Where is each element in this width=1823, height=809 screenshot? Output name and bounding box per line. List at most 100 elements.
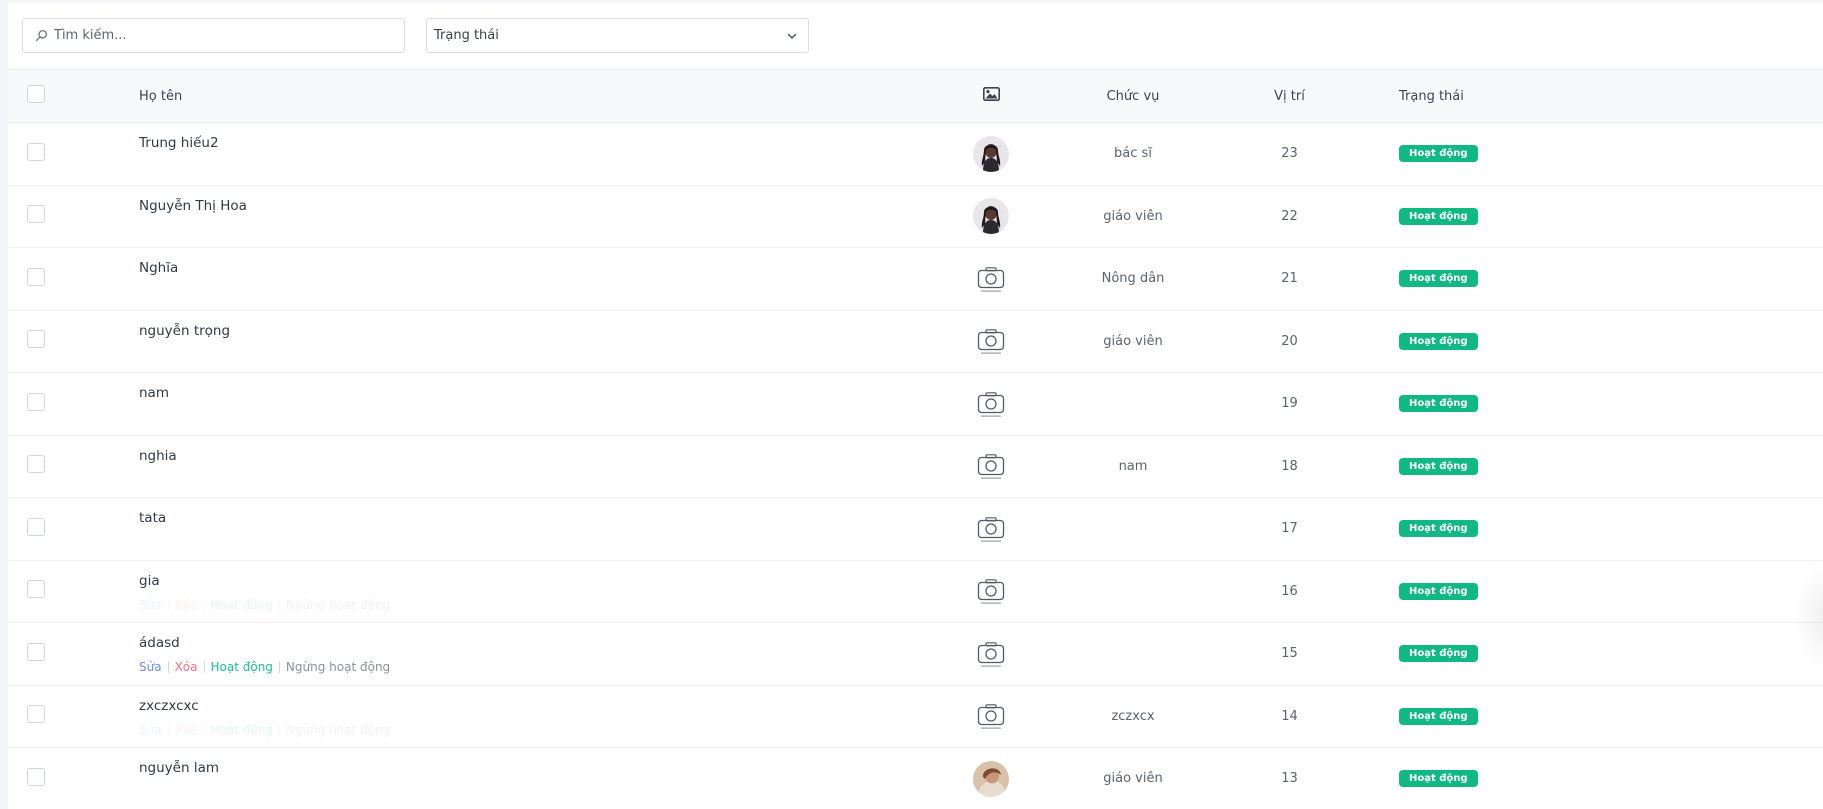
table-row[interactable]: gia Sửa Xóa Hoạt động Ngừng hoạt động 16… xyxy=(8,560,1823,623)
status-badge: Hoạt động xyxy=(1399,457,1478,475)
row-checkbox[interactable] xyxy=(27,517,45,536)
search-input[interactable] xyxy=(54,28,394,43)
edit-link[interactable]: Sửa xyxy=(139,660,162,674)
avatar xyxy=(973,760,1009,797)
edit-link[interactable]: Sửa xyxy=(139,723,162,737)
row-role: bác sĩ xyxy=(1114,146,1152,162)
activate-link[interactable]: Hoạt động xyxy=(211,598,273,612)
table-row[interactable]: zxczxcxc Sửa Xóa Hoạt động Ngừng hoạt độ… xyxy=(8,685,1823,748)
row-role: giáo viên xyxy=(1103,333,1163,349)
row-name[interactable]: nghia xyxy=(139,448,939,464)
row-actions: Sửa Xóa Hoạt động Ngừng hoạt động xyxy=(139,723,939,737)
table-row[interactable]: nghia Sửa Xóa Hoạt động Ngừng hoạt động … xyxy=(8,435,1823,498)
header-status[interactable]: Trạng thái xyxy=(1356,70,1823,123)
row-position: 15 xyxy=(1281,646,1298,662)
scroll-shadow xyxy=(1793,563,1823,673)
row-name[interactable]: tata xyxy=(139,510,939,526)
row-status-cell: Hoạt động xyxy=(1356,248,1823,311)
activate-link[interactable]: Hoạt động xyxy=(211,660,273,674)
row-select-cell xyxy=(8,185,139,248)
row-name-cell: tata Sửa Xóa Hoạt động Ngừng hoạt động xyxy=(139,498,939,561)
row-name[interactable]: nguyễn trọng xyxy=(139,323,939,339)
table-row[interactable]: nguyễn trọng Sửa Xóa Hoạt động Ngừng hoạ… xyxy=(8,310,1823,373)
header-position[interactable]: Vị trí xyxy=(1223,70,1356,123)
row-select-cell xyxy=(8,310,139,373)
row-name[interactable]: ádasd xyxy=(139,635,939,651)
edit-link[interactable]: Sửa xyxy=(139,598,162,612)
row-name[interactable]: gia xyxy=(139,573,939,589)
table-row[interactable]: Nguyễn Thị Hoa Sửa Xóa Hoạt động Ngừng h… xyxy=(8,185,1823,248)
table-row[interactable]: tata Sửa Xóa Hoạt động Ngừng hoạt động 1… xyxy=(8,498,1823,561)
delete-link[interactable]: Xóa xyxy=(175,723,198,737)
no-image-camera-icon xyxy=(975,513,1007,545)
user-table: Họ tên Chức vụ Vị trí Trạng thái Trung h… xyxy=(8,69,1823,809)
row-position: 13 xyxy=(1281,771,1298,787)
table-header: Họ tên Chức vụ Vị trí Trạng thái xyxy=(8,69,1823,123)
divider xyxy=(203,598,205,611)
row-status-cell: Hoạt động xyxy=(1356,560,1823,623)
status-badge: Hoạt động xyxy=(1399,332,1478,350)
table-row[interactable]: nguyễn lam Sửa Xóa Hoạt động Ngừng hoạt … xyxy=(8,748,1823,809)
avatar xyxy=(973,135,1009,172)
status-badge: Hoạt động xyxy=(1399,270,1478,288)
row-role xyxy=(1043,373,1223,436)
select-all-checkbox[interactable] xyxy=(27,85,45,103)
row-select-cell xyxy=(8,685,139,748)
row-position: 22 xyxy=(1281,208,1298,224)
row-position: 23 xyxy=(1281,146,1298,162)
row-checkbox[interactable] xyxy=(27,642,45,661)
row-status-cell: Hoạt động xyxy=(1356,185,1823,248)
status-filter-select[interactable]: Trạng thái xyxy=(426,18,809,53)
row-name[interactable]: nam xyxy=(139,385,939,401)
activate-link[interactable]: Hoạt động xyxy=(211,723,273,737)
row-checkbox[interactable] xyxy=(27,705,45,724)
row-checkbox[interactable] xyxy=(27,767,45,786)
header-role[interactable]: Chức vụ xyxy=(1043,70,1223,123)
deactivate-link[interactable]: Ngừng hoạt động xyxy=(286,660,390,674)
row-name[interactable]: nguyễn lam xyxy=(139,760,939,776)
row-name[interactable]: zxczxcxc xyxy=(139,698,939,714)
divider xyxy=(278,598,280,611)
no-image-camera-icon xyxy=(975,575,1007,607)
row-name[interactable]: Nguyễn Thị Hoa xyxy=(139,198,939,214)
no-image-camera-icon xyxy=(975,388,1007,420)
row-role xyxy=(1043,560,1223,623)
table-row[interactable]: nam Sửa Xóa Hoạt động Ngừng hoạt động 19… xyxy=(8,373,1823,436)
row-name-cell: nghia Sửa Xóa Hoạt động Ngừng hoạt động xyxy=(139,435,939,498)
row-checkbox[interactable] xyxy=(27,142,45,161)
row-name[interactable]: Nghĩa xyxy=(139,260,939,276)
table-row[interactable]: ádasd Sửa Xóa Hoạt động Ngừng hoạt động … xyxy=(8,623,1823,685)
table-row[interactable]: Nghĩa Sửa Xóa Hoạt động Ngừng hoạt động … xyxy=(8,248,1823,311)
row-role: nam xyxy=(1118,458,1148,474)
row-checkbox[interactable] xyxy=(27,455,45,474)
status-badge: Hoạt động xyxy=(1399,395,1478,413)
status-badge: Hoạt động xyxy=(1399,707,1478,725)
delete-link[interactable]: Xóa xyxy=(175,598,198,612)
row-image-cell xyxy=(939,373,1043,436)
chevron-down-icon xyxy=(787,33,797,39)
row-status-cell: Hoạt động xyxy=(1356,748,1823,809)
delete-link[interactable]: Xóa xyxy=(175,660,198,674)
header-name[interactable]: Họ tên xyxy=(139,70,939,123)
row-role: giáo viên xyxy=(1103,771,1163,787)
row-checkbox[interactable] xyxy=(27,267,45,286)
row-checkbox[interactable] xyxy=(27,205,45,224)
row-checkbox[interactable] xyxy=(27,392,45,411)
row-actions: Sửa Xóa Hoạt động Ngừng hoạt động xyxy=(139,660,939,674)
deactivate-link[interactable]: Ngừng hoạt động xyxy=(286,598,390,612)
row-image-cell xyxy=(939,185,1043,248)
avatar xyxy=(973,198,1009,235)
row-name-cell: nguyễn lam Sửa Xóa Hoạt động Ngừng hoạt … xyxy=(139,748,939,809)
row-image-cell xyxy=(939,123,1043,186)
row-checkbox[interactable] xyxy=(27,330,45,349)
row-name[interactable]: Trung hiếu2 xyxy=(139,135,939,151)
row-image-cell xyxy=(939,685,1043,748)
image-icon xyxy=(982,87,1000,101)
row-checkbox[interactable] xyxy=(27,580,45,599)
row-position: 17 xyxy=(1281,521,1298,537)
divider xyxy=(167,598,169,611)
search-box[interactable] xyxy=(22,18,405,53)
deactivate-link[interactable]: Ngừng hoạt động xyxy=(286,723,390,737)
table-row[interactable]: Trung hiếu2 Sửa Xóa Hoạt động Ngừng hoạt… xyxy=(8,123,1823,186)
filter-bar: Trạng thái xyxy=(8,3,1823,70)
